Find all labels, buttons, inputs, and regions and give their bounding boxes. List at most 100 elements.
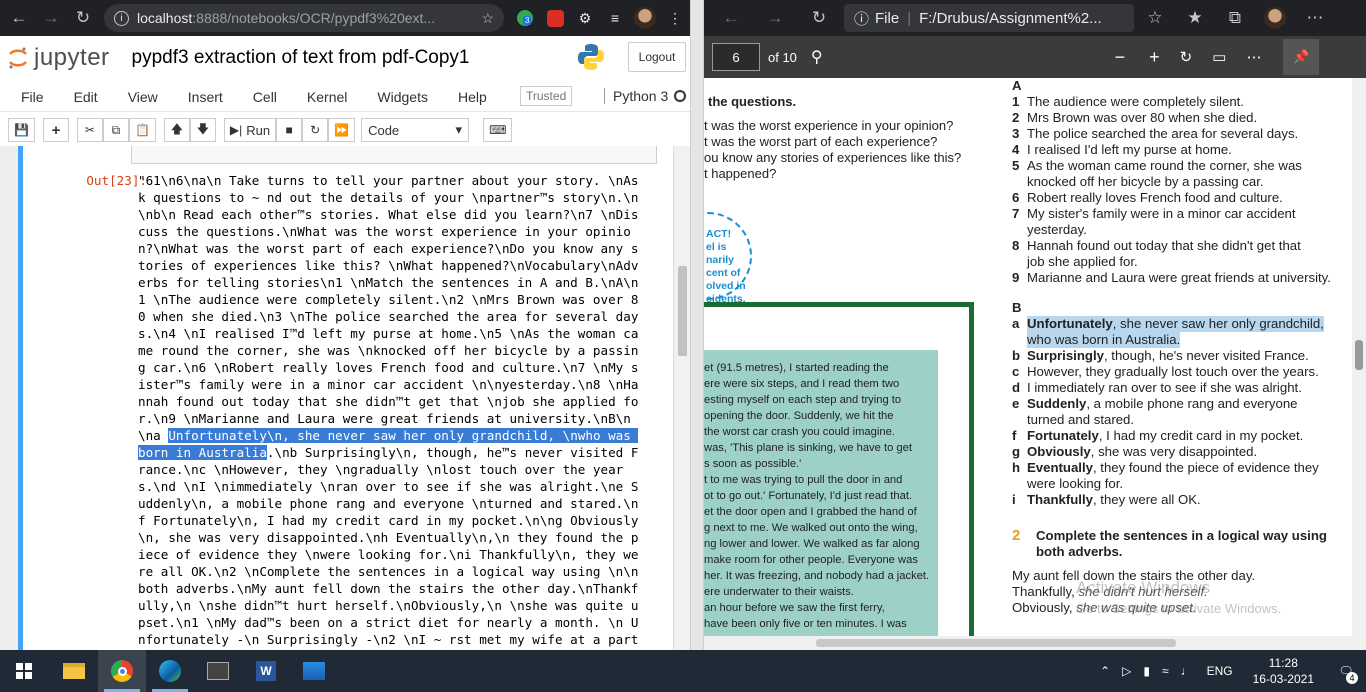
item-text: , she never saw her only grandchild, bbox=[1112, 316, 1324, 331]
item-text: Mrs Brown was over 80 when she died. bbox=[1027, 110, 1258, 125]
paste-icon[interactable]: 📋 bbox=[128, 118, 156, 142]
zoom-in-icon[interactable]: + bbox=[1149, 47, 1160, 68]
pdf-hscrollbar[interactable] bbox=[704, 636, 1352, 650]
pdf-hscroll-thumb[interactable] bbox=[816, 639, 1176, 647]
address-bar[interactable]: i localhost:8888/notebooks/OCR/pypdf3%20… bbox=[104, 4, 504, 32]
column-a-label: A bbox=[1012, 78, 1022, 93]
language-indicator[interactable]: ENG bbox=[1207, 664, 1233, 678]
notebook-scrollbar[interactable] bbox=[675, 146, 690, 650]
reload-icon[interactable]: ↻ bbox=[70, 5, 96, 31]
jupyter-logo[interactable]: jupyter bbox=[8, 44, 110, 72]
rotate-icon[interactable]: ↻ bbox=[1180, 48, 1193, 66]
clock-date: 16-03-2021 bbox=[1252, 672, 1314, 686]
list-a-item: 2 Mrs Brown was over 80 when she died. bbox=[1012, 110, 1352, 126]
badge-line: ACT! bbox=[706, 228, 732, 240]
clock[interactable]: 11:28 16-03-2021 bbox=[1253, 655, 1314, 687]
fact-badge: ACT! el is narily cent of olved in ciden… bbox=[704, 212, 752, 318]
item-body: Unfortunately, she never saw her only gr… bbox=[1027, 316, 1324, 332]
logout-button[interactable]: Logout bbox=[628, 42, 686, 72]
star-icon[interactable]: ☆ bbox=[481, 10, 494, 27]
notification-icon[interactable]: 🗨 4 bbox=[1326, 650, 1366, 692]
cell-input[interactable] bbox=[131, 146, 657, 164]
profile-avatar[interactable] bbox=[633, 6, 657, 30]
list-b-item: were looking for. bbox=[1012, 476, 1352, 492]
forward-icon[interactable]: → bbox=[762, 5, 788, 31]
stop-icon[interactable]: ■ bbox=[276, 118, 303, 142]
meet-icon[interactable]: ▷ bbox=[1122, 664, 1131, 678]
menu-edit[interactable]: Edit bbox=[74, 89, 98, 105]
story-line: ere underwater to their waists. bbox=[704, 586, 854, 598]
item-body: Obviously, she was very disappointed. bbox=[1027, 444, 1257, 460]
collections-icon[interactable]: ⧉ bbox=[1222, 5, 1248, 31]
chrome-taskbar-icon[interactable] bbox=[98, 650, 146, 692]
menu-view[interactable]: View bbox=[128, 89, 158, 105]
item-letter: e bbox=[1012, 396, 1020, 411]
puzzle-icon[interactable]: ⚙ bbox=[573, 6, 597, 30]
run-button[interactable]: ▶| Run bbox=[223, 118, 277, 142]
edge-taskbar-icon[interactable] bbox=[146, 650, 194, 692]
forward-icon[interactable]: → bbox=[38, 5, 64, 31]
scroll-thumb[interactable] bbox=[678, 266, 687, 356]
file-explorer-icon[interactable] bbox=[50, 650, 98, 692]
fit-page-icon[interactable]: ▭ bbox=[1212, 48, 1226, 66]
menu-help[interactable]: Help bbox=[458, 89, 487, 105]
story-line: t to me was trying to pull the door in a… bbox=[704, 474, 903, 486]
story-line: esting myself on each step and trying to bbox=[704, 394, 902, 406]
favorite-add-icon[interactable]: ☆ bbox=[1142, 5, 1168, 31]
pdf-scrollbar[interactable] bbox=[1352, 78, 1366, 650]
code-cell[interactable]: Out[23]: "61\n6\na\n Take turns to tell … bbox=[18, 146, 674, 650]
move-down-icon[interactable]: 🡇 bbox=[189, 118, 216, 142]
back-icon[interactable]: ← bbox=[6, 5, 32, 31]
wifi-icon[interactable]: ≈ bbox=[1162, 664, 1169, 678]
refresh-icon[interactable]: ↻ bbox=[806, 5, 832, 31]
zoom-out-icon[interactable]: − bbox=[1115, 47, 1126, 68]
trusted-badge[interactable]: Trusted bbox=[520, 86, 573, 106]
add-cell-icon[interactable]: + bbox=[42, 118, 69, 142]
cell-output[interactable]: "61\n6\na\n Take turns to tell your part… bbox=[138, 172, 666, 648]
chevron-up-icon[interactable]: ⌃ bbox=[1100, 664, 1110, 678]
edge-address-bar[interactable]: ⓘ File | F:/Drubus/Assignment%2... bbox=[844, 4, 1134, 32]
cut-icon[interactable]: ✂ bbox=[76, 118, 103, 142]
menu-kernel[interactable]: Kernel bbox=[307, 89, 347, 105]
copy-icon[interactable]: ⧉ bbox=[102, 118, 129, 142]
item-text: , I had my credit card in my pocket. bbox=[1098, 428, 1304, 443]
menu-icon[interactable]: ⋮ bbox=[663, 6, 687, 30]
run-all-icon[interactable]: ⏩ bbox=[328, 118, 356, 142]
profile-avatar[interactable] bbox=[1262, 5, 1288, 31]
photos-icon[interactable] bbox=[290, 650, 338, 692]
move-up-icon[interactable]: 🡅 bbox=[163, 118, 190, 142]
menu-cell[interactable]: Cell bbox=[253, 89, 277, 105]
info-icon[interactable]: i bbox=[114, 10, 129, 26]
window-splitter[interactable] bbox=[690, 0, 704, 650]
extension-icon[interactable]: 3 bbox=[513, 6, 537, 30]
media-icon[interactable]: ≡ bbox=[603, 6, 627, 30]
search-icon[interactable]: ⚲ bbox=[811, 47, 823, 67]
item-body: I immediately ran over to see if she was… bbox=[1027, 380, 1302, 396]
pin-icon[interactable]: 📌 bbox=[1283, 39, 1320, 75]
more-icon[interactable]: ⋯ bbox=[1302, 5, 1328, 31]
favorites-icon[interactable]: ★ bbox=[1182, 5, 1208, 31]
adblock-icon[interactable] bbox=[543, 6, 567, 30]
start-icon[interactable] bbox=[0, 650, 48, 692]
pdf-scroll-thumb[interactable] bbox=[1355, 340, 1363, 370]
keyboard-icon[interactable]: ⌨ bbox=[483, 118, 513, 142]
column-b-label: B bbox=[1012, 300, 1022, 315]
list-a-item: 6 Robert really loves French food and cul… bbox=[1012, 190, 1352, 206]
cell-type-select[interactable]: Code ▾ bbox=[361, 118, 470, 142]
page-number-input[interactable]: 6 bbox=[712, 43, 760, 71]
battery-icon[interactable]: ▮ bbox=[1143, 664, 1150, 678]
item-letter: i bbox=[1012, 492, 1016, 507]
menu-widgets[interactable]: Widgets bbox=[377, 89, 428, 105]
menu-file[interactable]: File bbox=[21, 89, 44, 105]
story-line: have been only five or ten minutes. I wa… bbox=[704, 618, 907, 630]
more-tools-icon[interactable]: ⋯ bbox=[1246, 48, 1261, 66]
menu-insert[interactable]: Insert bbox=[188, 89, 223, 105]
notebook-title[interactable]: pypdf3 extraction of text from pdf-Copy1 bbox=[132, 47, 470, 69]
restart-icon[interactable]: ↻ bbox=[302, 118, 329, 142]
volume-icon[interactable]: ♩ bbox=[1181, 664, 1193, 678]
save-icon[interactable]: 💾 bbox=[8, 118, 35, 142]
back-icon[interactable]: ← bbox=[718, 5, 744, 31]
system-tray: ⌃ ▷ ▮ ≈ ♩ ENG 11:28 16-03-2021 🗨 4 bbox=[1094, 650, 1366, 692]
word-icon[interactable]: W bbox=[242, 650, 290, 692]
terminal-icon[interactable] bbox=[194, 650, 242, 692]
